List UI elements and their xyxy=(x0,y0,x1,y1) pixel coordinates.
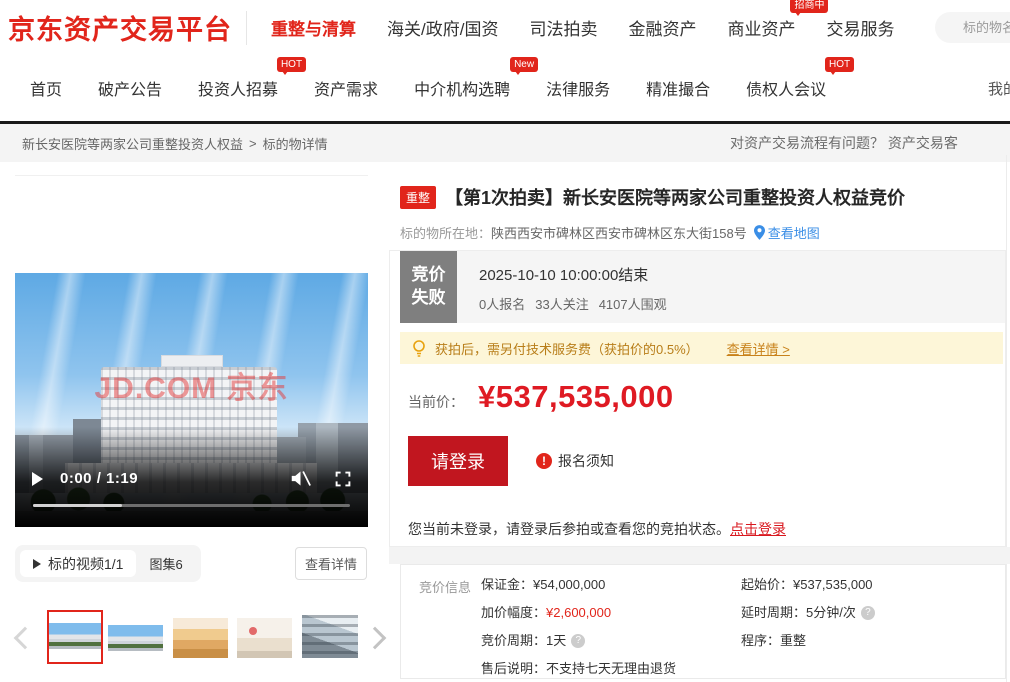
subnav-agency-selection[interactable]: 中介机构选聘 New xyxy=(414,57,539,100)
nav-item-trade-services[interactable]: 交易服务 招商中 xyxy=(790,0,895,40)
stat-viewers: 4107人围观 xyxy=(598,297,667,312)
thumbnail-image xyxy=(49,623,101,649)
login-button[interactable]: 请登录 xyxy=(408,436,508,486)
hot-badge: HOT xyxy=(825,57,855,75)
help-question-icon[interactable]: ? xyxy=(860,606,875,620)
subnav-item-label: 中介机构选聘 xyxy=(414,82,511,99)
breadcrumb: 新长安医院等两家公司重整投资人权益 > 标的物详情 xyxy=(22,134,328,153)
status-failed-badge: 竞价 失败 xyxy=(400,251,457,323)
section-gap xyxy=(389,547,1010,564)
subnav-home[interactable]: 首页 xyxy=(30,76,62,100)
video-progress-bar[interactable] xyxy=(33,504,350,507)
thumbnail-selected-exterior[interactable] xyxy=(47,610,103,664)
bid-panel: 竞价 失败 2025-10-10 10:00:00结束 0人报名 33人关注 4… xyxy=(389,250,1006,547)
fullscreen-icon[interactable] xyxy=(335,471,351,487)
subnav-legal-services[interactable]: 法律服务 xyxy=(546,76,610,100)
stat-followers: 33人关注 xyxy=(535,297,589,312)
nav-item-reorg-liquidation[interactable]: 重整与清算 xyxy=(271,15,356,40)
breadcrumb-current: 标的物详情 xyxy=(262,136,328,152)
breadcrumb-parent-link[interactable]: 新长安医院等两家公司重整投资人权益 xyxy=(22,134,243,153)
breadcrumb-bar: 新长安医院等两家公司重整投资人权益 > 标的物详情 对资产交易流程有问题？ 资产… xyxy=(0,124,1010,162)
subnav-item-label: 债权人会议 xyxy=(746,82,827,99)
location-pin-icon xyxy=(753,225,765,240)
subnav-creditor-meeting[interactable]: 债权人会议 HOT xyxy=(746,57,855,100)
location-label: 标的物所在地： xyxy=(400,226,492,241)
auction-end-time: 2025-10-10 10:00:00结束 xyxy=(479,267,649,284)
video-time: 0:00 / 1:19 xyxy=(60,470,139,487)
reorg-tag-badge: 重整 xyxy=(400,185,437,209)
lightbulb-icon xyxy=(413,339,425,357)
muted-speaker-icon[interactable] xyxy=(290,470,311,487)
nav-item-customs-gov[interactable]: 海关/政府/国资 xyxy=(387,15,498,40)
nav-item-label: 交易服务 xyxy=(826,20,895,39)
video-tab-label: 标的视频1/1 xyxy=(48,555,124,572)
tab-gallery[interactable]: 图集6 xyxy=(136,554,195,573)
content-right-edge xyxy=(1006,155,1007,682)
play-icon[interactable] xyxy=(32,471,43,486)
next-thumbnails-icon[interactable] xyxy=(363,626,387,650)
info-row-delay-cycle: 延时周期： 5分钟/次 ? xyxy=(741,605,1005,621)
subnav-item-label: 投资人招募 xyxy=(198,82,279,99)
info-row-increment: 加价幅度： ¥2,600,000 xyxy=(481,605,612,620)
auction-stats: 0人报名 33人关注 4107人围观 xyxy=(479,294,667,313)
thumbnail-exterior[interactable] xyxy=(108,625,163,651)
view-map-link[interactable]: 查看地图 xyxy=(768,223,820,242)
info-row-start-price: 起始价： ¥537,535,000 xyxy=(741,577,873,592)
subnav-precise-matching[interactable]: 精准撮合 xyxy=(646,76,710,100)
search-input[interactable] xyxy=(935,12,1010,43)
signup-notice-label: 报名须知 xyxy=(558,453,614,469)
video-tab-play-icon xyxy=(33,558,41,569)
top-header: 京东资产交易平台 重整与清算 海关/政府/国资 司法拍卖 金融资产 商业资产 交… xyxy=(0,0,1010,55)
media-tabs: 标的视频1/1 图集6 xyxy=(15,545,201,582)
site-logo[interactable]: 京东资产交易平台 xyxy=(8,8,232,47)
my-account-link[interactable]: 我的 xyxy=(988,78,1010,99)
tab-target-video[interactable]: 标的视频1/1 xyxy=(20,550,137,577)
auction-status-bar: 竞价 失败 2025-10-10 10:00:00结束 0人报名 33人关注 4… xyxy=(400,251,1005,323)
current-price-value: ¥537,535,000 xyxy=(478,379,674,414)
bid-info-box: 竞价信息 保证金： ¥54,000,000 加价幅度： ¥2,600,000 竞… xyxy=(400,564,1006,679)
process-help-text: 对资产交易流程有问题？ 资产交易客 xyxy=(730,135,958,151)
info-row-procedure: 程序： 重整 xyxy=(741,633,807,648)
recruiting-badge: 招商中 xyxy=(790,0,829,16)
current-price-label: 当前价： xyxy=(408,394,464,410)
nav-item-judicial-auction[interactable]: 司法拍卖 xyxy=(529,15,597,40)
thumbnail-atrium[interactable] xyxy=(302,615,358,658)
subnav-asset-demand[interactable]: 资产需求 xyxy=(314,76,378,100)
view-detail-button[interactable]: 查看详情 xyxy=(295,547,367,580)
hot-badge: HOT xyxy=(276,57,307,75)
jd-watermark: JD.COM 京东 xyxy=(94,371,289,405)
location-value: 陕西西安市碑林区西安市碑林区东大街158号 xyxy=(491,226,747,241)
signup-notice-link[interactable]: ! 报名须知 xyxy=(536,451,614,471)
info-row-aftersale: 售后说明： 不支持七天无理由退货 xyxy=(481,661,677,676)
info-row-bid-cycle: 竞价周期： 1天 ? xyxy=(481,633,741,649)
breadcrumb-separator: > xyxy=(249,135,257,151)
nav-item-commercial-assets[interactable]: 商业资产 xyxy=(727,15,795,40)
login-hint-text: 您当前未登录，请登录后参拍或查看您的竞拍状态。 xyxy=(408,521,730,537)
exclamation-icon: ! xyxy=(536,453,552,469)
thumbnail-corridor[interactable] xyxy=(237,618,292,658)
click-login-link[interactable]: 点击登录 xyxy=(730,521,786,537)
primary-nav: 重整与清算 海关/政府/国资 司法拍卖 金融资产 商业资产 交易服务 招商中 xyxy=(271,0,925,40)
video-player[interactable]: JD.COM 京东 0:00 / 1:19 xyxy=(15,175,368,527)
bid-info-section-label: 竞价信息 xyxy=(419,580,472,595)
thumbnail-strip xyxy=(13,608,387,670)
logo-divider xyxy=(246,10,247,45)
new-badge: New xyxy=(510,57,539,75)
subnav-bankruptcy-notice[interactable]: 破产公告 xyxy=(98,76,162,100)
notice-detail-link[interactable]: 查看详情 > xyxy=(727,339,790,358)
video-controls: 0:00 / 1:19 xyxy=(15,470,368,487)
help-question-icon[interactable]: ? xyxy=(571,634,586,648)
nav-item-financial-assets[interactable]: 金融资产 xyxy=(628,15,696,40)
listing-header: 重整 【第1次拍卖】新长安医院等两家公司重整投资人权益竞价 标的物所在地： 陕西… xyxy=(400,184,1006,242)
service-fee-notice: 获拍后，需另付技术服务费（获拍价的0.5%） 查看详情 > xyxy=(400,332,1003,364)
stat-applicants: 0人报名 xyxy=(479,297,526,312)
listing-title: 【第1次拍卖】新长安医院等两家公司重整投资人权益竞价 xyxy=(445,188,906,208)
info-row-deposit: 保证金： ¥54,000,000 xyxy=(481,577,606,592)
video-progress-played xyxy=(33,504,122,507)
secondary-nav: 首页 破产公告 投资人招募 HOT 资产需求 中介机构选聘 New 法律服务 精… xyxy=(0,55,1010,121)
notice-text: 获拍后，需另付技术服务费（获拍价的0.5%） xyxy=(435,341,699,357)
subnav-investor-recruit[interactable]: 投资人招募 HOT xyxy=(198,57,307,100)
prev-thumbnails-icon[interactable] xyxy=(13,626,37,650)
thumbnail-lobby[interactable] xyxy=(173,618,228,658)
